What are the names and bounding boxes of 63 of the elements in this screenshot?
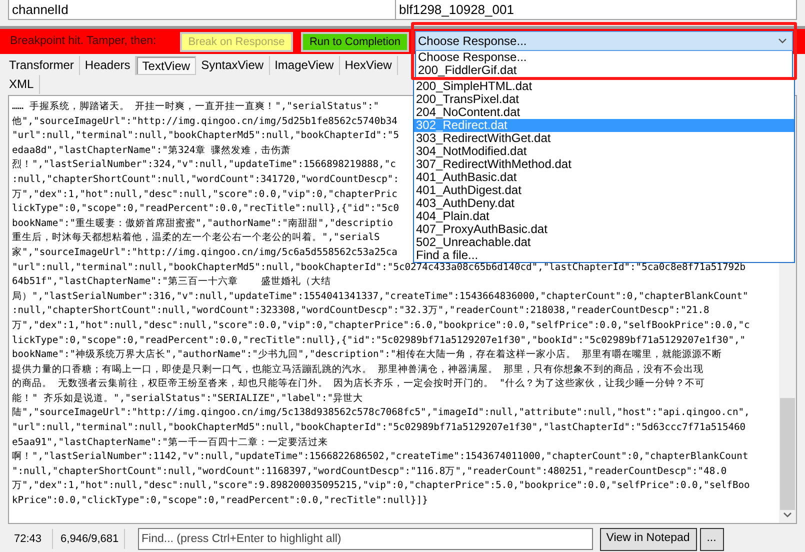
text-line: :null,"chapterShortCount":null,"wordCount":323308,"wordCountDescp":"32.3万","readerCount":218038,"readerCountDescp":"21.8: [12, 304, 710, 318]
tab[interactable]: XML: [4, 75, 40, 94]
text-line: 重生后，时沐每天都想粘着他，温柔的左一个老公右一个老公的叫着。","serialS: [12, 231, 380, 246]
text-line: lickType":0,"scope":0,"readPercent":0.0,"recTitle":null},{"id":"5c02989bf71a5129207e1f30","bookId":"5c02989bf71a5129207e1f30",": [12, 334, 746, 348]
dropdown-option[interactable]: 200_SimpleHTML.dat: [414, 80, 794, 93]
dropdown-option[interactable]: 403_AuthDeny.dat: [414, 197, 794, 210]
text-line: bookName":"神级系统万界大店长","authorName":"少书九回","description":"相传在大陆一角，存在着这样一家小店。 那里有嚼在嘴里，就能源源不断: [12, 348, 722, 362]
text-line: kPrice":0.0,"clickType":0,"scope":0,"readPercent":0.0,"recTitle":null}]}: [12, 494, 428, 508]
text-line: 64b51f","lastChapterName":"第三百一十六章 盛世婚礼（大结: [12, 275, 332, 290]
text-line: 家","sourceImageUrl":"http://img.qingoo.cn/img/5c6a5d558562c53a25ca: [12, 246, 398, 260]
dropdown-option[interactable]: 200_FiddlerGif.dat: [416, 64, 792, 77]
tab[interactable]: TextView: [136, 56, 196, 75]
dropdown-option[interactable]: 200_TransPixel.dat: [414, 93, 794, 106]
text-line: 提供力量的口香糖；有喝上一口，即使是只剩一口气，也能立马活蹦乱跳的汽水。 那里神兽满仓，神器满屋。 那里，只有你想象不到的商品，没有不会出现: [12, 362, 704, 377]
chevron-down-icon: [778, 38, 787, 44]
text-line: bookName":"重生暖妻：傲娇首席甜蜜蜜","authorName":"南甜甜","descriptio: [12, 216, 394, 231]
scroll-thumb[interactable]: [780, 398, 795, 510]
dropdown-option[interactable]: 304_NotModified.dat: [414, 145, 794, 158]
tab[interactable]: ImageView: [270, 56, 340, 75]
text-line: 烈！","lastSerialNumber":324,"v":null,"updateTime":1566898219888,"c: [12, 158, 396, 172]
tab[interactable]: SyntaxView: [196, 56, 270, 75]
dropdown-option[interactable]: 404_Plain.dat: [414, 210, 794, 223]
response-dropdown[interactable]: Choose Response...: [415, 31, 793, 51]
field-value-cell-text: blf1298_10928_001: [398, 1, 515, 19]
text-line: ":null,"chapterShortCount":null,"wordCount":1168397,"wordCountDescp":"116.8万","readerCount":480251,"readerCountDescp":"48.0: [12, 464, 727, 479]
breakpoint-message: Breakpoint hit. Tamper, then:: [10, 34, 158, 49]
text-line: "url":null,"terminal":null,"bookChapterMd5":null,"bookChapterId":"5: [12, 129, 399, 144]
text-line: 万","dex":1,"hot":null,"desc":null,"score":0.0,"vip":0,"chapterPrice":6.0,"bookprice":0.0,"selfPrice":0.0,"selfBookPrice":0.0,"c: [12, 318, 750, 333]
dropdown-option[interactable]: Choose Response...: [416, 51, 792, 64]
tab[interactable]: Transformer: [4, 56, 80, 75]
text-line: e5aa91","lastChapterName":"第一千一百四十二章：一定要活过来: [12, 436, 328, 450]
dropdown-option[interactable]: 307_RedirectWithMethod.dat: [414, 158, 794, 171]
tab[interactable]: HexView: [340, 56, 398, 75]
dropdown-option[interactable]: 502_Unreachable.dat: [414, 236, 794, 249]
text-line: edaa8d","lastChapterName":"第324章 骤然发难，击伤萧: [12, 144, 292, 158]
text-line: 局）","lastSerialNumber":316,"v":null,"updateTime":1554041341337,"createTime":1543664836000,"chapterCount":0,"chapterBlankCount": [12, 290, 748, 304]
text-line: 的商品。 无数强者云集前往，权臣帝王纷至沓来，却也只能等在门外。 因为店长齐乐，一定会按时开门的。 "什么？为了这些家伙，让我少睡一分钟？不可: [12, 377, 706, 392]
text-line: 陆","sourceImageUrl":"http://img.qingoo.cn/img/5c138d938562c578c7068fc5","imageId":null,"attribute":null,"host":"api.qingoo.cn",: [12, 406, 750, 420]
cursor-position: 72:43: [4, 529, 53, 549]
selection-count: 6,946/9,681: [52, 529, 125, 549]
dropdown-option[interactable]: Find a file...: [414, 249, 794, 262]
text-line: lickType":0,"scope":0,"readPercent":0.0,"recTitle":null},{"id":"5c0: [12, 202, 399, 216]
dropdown-value: Choose Response...: [418, 33, 528, 50]
text-line: 万","dex":1,"hot":null,"desc":null,"score":9.898200035095215,"vip":0,"chapterPrice":5.0,"bookprice":0.0,"selfPrice":0.0,"selfBoo: [12, 479, 750, 494]
text-line: 啊！","lastSerialNumber":1142,"v":null,"updateTime":1566822686502,"createTime":1543674011000,"chapterCount":0,"chapterBlankCount: [12, 450, 748, 464]
dropdown-option[interactable]: 303_RedirectWithGet.dat: [414, 132, 794, 145]
text-line: …… 手握系统，脚踏诸天。 开挂一时爽，一直开挂一直爽！","serialStatus":": [12, 100, 380, 114]
text-line: "url":null,"terminal":null,"bookChapterMd5":null,"bookChapterId":"5c0274c433a08c65b6d140cd","lastChapterId":"5ca0c8e8f71a51792b: [12, 260, 746, 275]
dropdown-option[interactable]: 204_NoContent.dat: [414, 106, 794, 119]
scroll-down-icon[interactable]: [783, 512, 792, 518]
dropdown-option[interactable]: 401_AuthDigest.dat: [414, 184, 794, 197]
text-line: :null,"chapterShortCount":null,"wordCount":341720,"wordCountDescp":: [12, 172, 399, 187]
text-line: "url":null,"terminal":null,"bookChapterMd5":null,"bookChapterId":"5c02989bf71a5129207e1f30","lastChapterId":"5d63ccc7f71a515460: [12, 421, 746, 436]
field-name-cell: channelId: [9, 0, 396, 19]
run-to-completion-button[interactable]: Run to Completion: [301, 32, 409, 52]
find-field[interactable]: Find... (press Ctrl+Enter to highlight all): [138, 528, 593, 550]
dropdown-option[interactable]: 401_AuthBasic.dat: [414, 171, 794, 184]
view-in-notepad-button[interactable]: View in Notepad: [600, 528, 697, 550]
text-line: 他","sourceImageUrl":"http://img.qingoo.cn/img/5d25b1fe8562c5740b34: [12, 114, 398, 129]
more-button[interactable]: ...: [700, 528, 724, 550]
text-line: 万","dex":1,"hot":null,"desc":null,"score":0.0,"vip":0,"chapterPric: [12, 188, 398, 202]
text-line: 能！" 齐乐如是说道。","serialStatus":"SERIALIZE","label":"异世大: [12, 392, 364, 406]
dropdown-option[interactable]: 407_ProxyAuthBasic.dat: [414, 223, 794, 236]
